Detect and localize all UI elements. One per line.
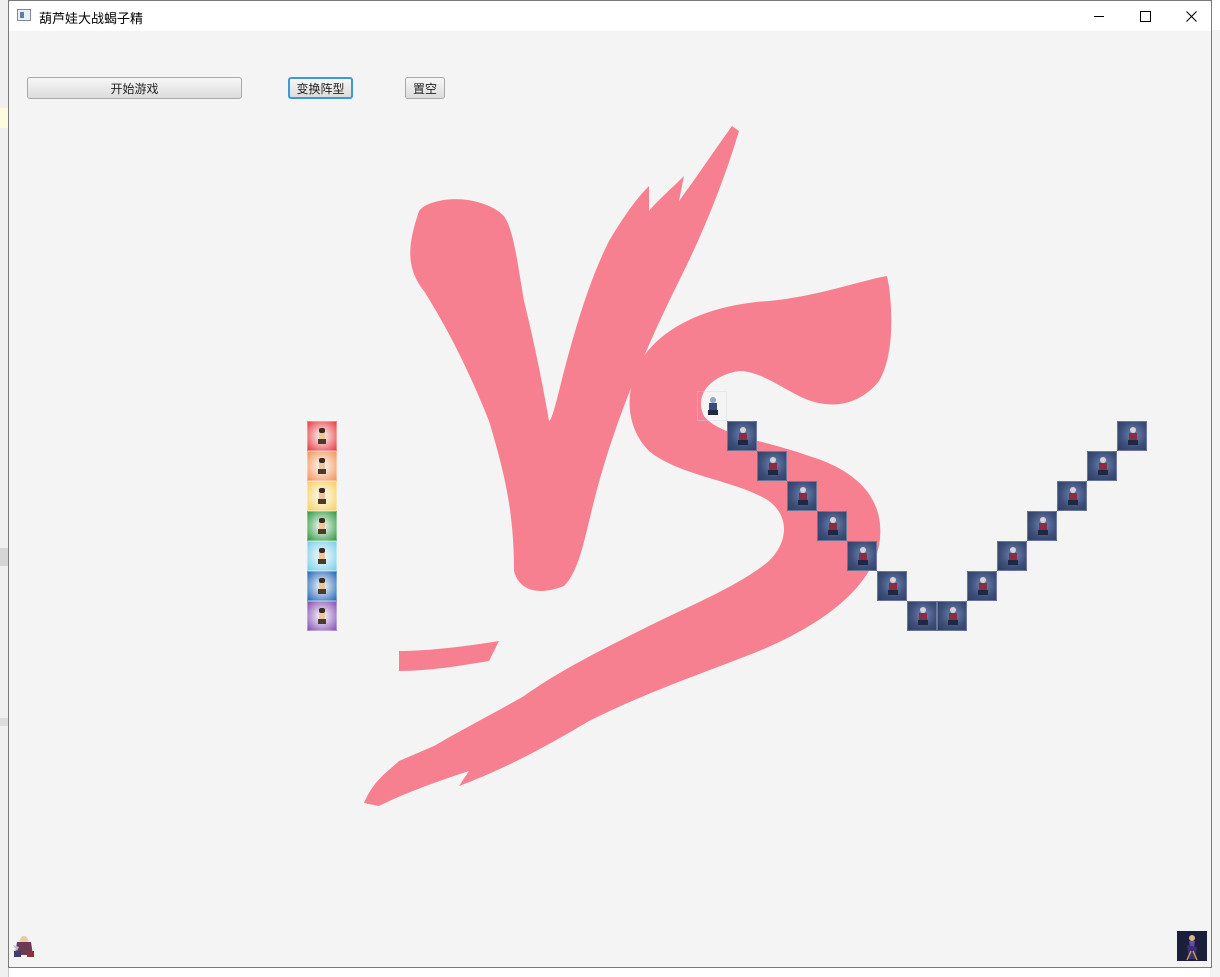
- scorpion-minion: [997, 541, 1027, 571]
- scorpion-minion: [817, 511, 847, 541]
- close-icon: [1185, 10, 1197, 22]
- gourd-brother-6: [307, 571, 337, 601]
- scorpion-minion: [757, 451, 787, 481]
- scorpion-minion: [847, 541, 877, 571]
- start-game-button[interactable]: 开始游戏: [27, 77, 242, 99]
- maximize-icon: [1139, 10, 1151, 22]
- app-window-icon: [17, 9, 31, 21]
- gourd-brother-2: [307, 451, 337, 481]
- scorpion-minion: [727, 421, 757, 451]
- vs-logo: [364, 126, 892, 806]
- scorpion-minion: [1117, 421, 1147, 451]
- minimize-icon: [1094, 15, 1104, 17]
- snake-queen-sprite: [1177, 931, 1207, 961]
- scorpion-minion: [787, 481, 817, 511]
- scorpion-minion: [877, 571, 907, 601]
- maximize-button[interactable]: [1122, 1, 1168, 31]
- minimize-button[interactable]: [1076, 1, 1122, 31]
- scorpion-minion: [1057, 481, 1087, 511]
- close-button[interactable]: [1168, 1, 1211, 31]
- scorpion-minion: [937, 601, 967, 631]
- grandpa-sprite: [13, 936, 34, 957]
- title-bar[interactable]: 葫芦娃大战蝎子精: [9, 1, 1211, 31]
- gourd-brother-1: [307, 421, 337, 451]
- gourd-brother-4: [307, 511, 337, 541]
- gourd-brother-5: [307, 541, 337, 571]
- scorpion-minion: [907, 601, 937, 631]
- game-window: 葫芦娃大战蝎子精 开始游戏 变换阵型 置空: [8, 0, 1212, 968]
- scorpion-minion: [967, 571, 997, 601]
- scorpion-minion: [1027, 511, 1057, 541]
- scorpion-minion: [1087, 451, 1117, 481]
- gourd-brother-7: [307, 601, 337, 631]
- scorpion-king: [697, 391, 727, 421]
- window-title: 葫芦娃大战蝎子精: [39, 12, 144, 27]
- gourd-brother-3: [307, 481, 337, 511]
